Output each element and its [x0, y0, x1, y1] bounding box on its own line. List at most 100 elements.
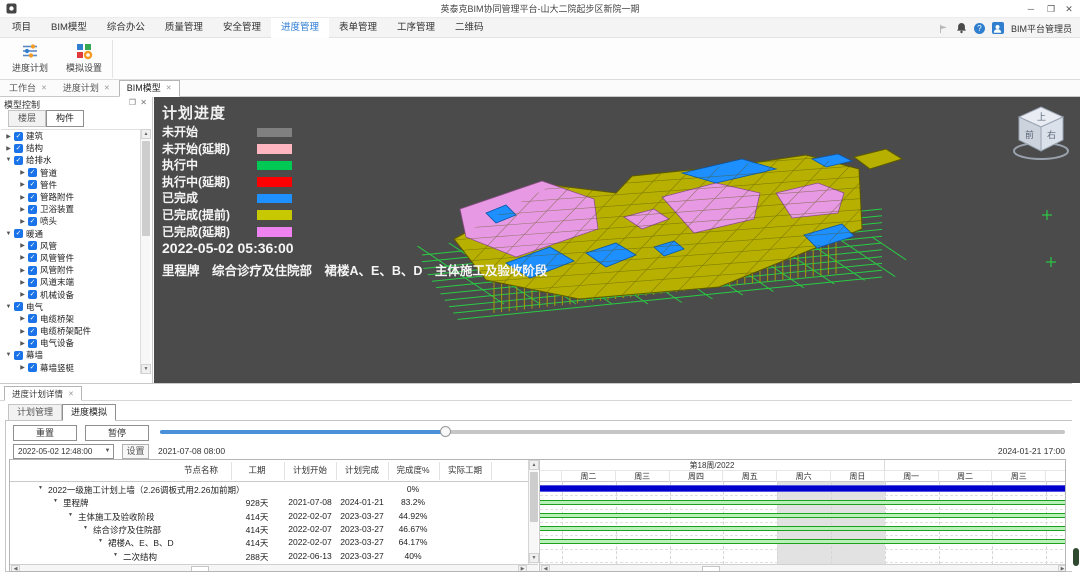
scrollbar-thumb[interactable] — [530, 472, 538, 522]
expand-arrow-icon[interactable]: ▶ — [18, 340, 27, 347]
tree-item-管道[interactable]: ▶✓管道 — [1, 167, 140, 179]
column-header-完成度%[interactable]: 完成度% — [383, 464, 443, 476]
tree-item-卫浴装置[interactable]: ▶✓卫浴装置 — [1, 203, 140, 215]
viewcube-top-label[interactable]: 上 — [1037, 112, 1046, 122]
row-collapse-icon[interactable]: ▼ — [38, 485, 43, 491]
gantt-bar-green[interactable] — [540, 539, 1066, 544]
chevron-down-icon[interactable]: ▼ — [102, 445, 113, 458]
row-collapse-icon[interactable]: ▼ — [83, 525, 88, 531]
viewport-3d[interactable]: 计划进度 未开始未开始(延期)执行中执行中(延期)已完成已完成(提前)已完成(延… — [154, 97, 1080, 383]
column-header-计划开始[interactable]: 计划开始 — [280, 464, 340, 476]
checkbox-checked[interactable]: ✓ — [28, 339, 37, 348]
subtab-计划管理[interactable]: 计划管理 — [8, 404, 62, 421]
pause-button[interactable]: 暂停 — [85, 425, 149, 441]
panel-close-icon[interactable]: ✕ — [140, 98, 147, 107]
checkbox-checked[interactable]: ✓ — [28, 290, 37, 299]
expand-arrow-icon[interactable]: ▶ — [18, 254, 27, 261]
scroll-up-icon[interactable]: ▲ — [141, 129, 151, 139]
collapse-arrow-icon[interactable]: ▼ — [4, 231, 13, 237]
expand-arrow-icon[interactable]: ▶ — [18, 194, 27, 201]
scroll-down-icon[interactable]: ▼ — [529, 553, 539, 563]
collapse-arrow-icon[interactable]: ▼ — [4, 352, 13, 358]
scrollbar-thumb[interactable] — [142, 141, 150, 236]
menu-item-表单管理[interactable]: 表单管理 — [329, 18, 387, 38]
table-row[interactable]: ▼2022一级施工计划上墙（2.26调板式用2.26加前期）0% — [10, 482, 528, 495]
tree-item-机械设备[interactable]: ▶✓机械设备 — [1, 288, 140, 300]
row-collapse-icon[interactable]: ▼ — [98, 538, 103, 544]
menu-item-安全管理[interactable]: 安全管理 — [213, 18, 271, 38]
table-row[interactable]: ▼综合诊疗及住院部414天2022-02-072023-03-2746.67% — [10, 522, 528, 535]
checkbox-checked[interactable]: ✓ — [28, 266, 37, 275]
table-row[interactable]: ▼裙楼A、E、B、D414天2022-02-072023-03-2764.17% — [10, 535, 528, 548]
menu-item-工序管理[interactable]: 工序管理 — [387, 18, 445, 38]
tree-item-电缆桥架配件[interactable]: ▶✓电缆桥架配件 — [1, 325, 140, 337]
expand-arrow-icon[interactable]: ▶ — [18, 364, 27, 371]
help-icon[interactable]: ? — [974, 23, 985, 34]
expand-arrow-icon[interactable]: ▶ — [18, 169, 27, 176]
slider-thumb[interactable] — [440, 426, 451, 437]
checkbox-checked[interactable]: ✓ — [28, 168, 37, 177]
tree-item-风管[interactable]: ▶✓风管 — [1, 240, 140, 252]
model-tab-楼层[interactable]: 楼层 — [8, 110, 46, 127]
checkbox-checked[interactable]: ✓ — [14, 156, 23, 165]
avatar[interactable] — [992, 22, 1004, 34]
expand-arrow-icon[interactable]: ▶ — [4, 145, 13, 152]
tree-item-管件[interactable]: ▶✓管件 — [1, 179, 140, 191]
checkbox-checked[interactable]: ✓ — [14, 144, 23, 153]
tree-item-管路附件[interactable]: ▶✓管路附件 — [1, 191, 140, 203]
tab-工作台[interactable]: 工作台✕ — [2, 80, 54, 96]
scroll-up-icon[interactable]: ▲ — [529, 460, 539, 470]
expand-arrow-icon[interactable]: ▶ — [18, 279, 27, 286]
menu-item-项目[interactable]: 项目 — [2, 18, 41, 38]
checkbox-checked[interactable]: ✓ — [14, 351, 23, 360]
current-user-label[interactable]: BIM平台管理员 — [1011, 22, 1072, 35]
checkbox-checked[interactable]: ✓ — [28, 253, 37, 262]
checkbox-checked[interactable]: ✓ — [28, 314, 37, 323]
checkbox-checked[interactable]: ✓ — [28, 193, 37, 202]
table-vscrollbar[interactable]: ▲ ▼ — [528, 460, 538, 564]
gantt-bar-green[interactable] — [540, 500, 1066, 505]
scroll-right-icon[interactable]: ▶ — [518, 565, 527, 572]
tree-item-暖通[interactable]: ▼✓暖通 — [1, 228, 140, 240]
checkbox-checked[interactable]: ✓ — [28, 278, 37, 287]
expand-arrow-icon[interactable]: ▶ — [18, 181, 27, 188]
tree-item-幕墙[interactable]: ▼✓幕墙 — [1, 349, 140, 361]
tree-item-风道末端[interactable]: ▶✓风道末端 — [1, 276, 140, 288]
close-icon[interactable]: ✕ — [41, 81, 47, 96]
tab-进度计划[interactable]: 进度计划✕ — [56, 80, 117, 96]
tree-item-建筑[interactable]: ▶✓建筑 — [1, 130, 140, 142]
collapse-arrow-icon[interactable]: ▼ — [4, 157, 13, 163]
scroll-left-icon[interactable]: ◀ — [541, 565, 550, 572]
close-icon[interactable]: ✕ — [104, 81, 110, 96]
scroll-left-icon[interactable]: ◀ — [11, 565, 20, 572]
close-icon[interactable]: ✕ — [68, 390, 74, 398]
tree-item-风管管件[interactable]: ▶✓风管管件 — [1, 252, 140, 264]
menu-item-综合办公[interactable]: 综合办公 — [97, 18, 155, 38]
expand-arrow-icon[interactable]: ▶ — [18, 328, 27, 335]
tree-item-电缆桥架[interactable]: ▶✓电缆桥架 — [1, 313, 140, 325]
gantt-hscrollbar[interactable]: ◀ ▶ — [540, 564, 1066, 572]
checkbox-checked[interactable]: ✓ — [28, 363, 37, 372]
menu-item-质量管理[interactable]: 质量管理 — [155, 18, 213, 38]
table-row[interactable]: ▼主体施工及验收阶段414天2022-02-072023-03-2744.92% — [10, 509, 528, 522]
tab-schedule-detail[interactable]: 进度计划详情 ✕ — [4, 386, 82, 401]
row-collapse-icon[interactable]: ▼ — [113, 552, 118, 558]
expand-arrow-icon[interactable]: ▶ — [18, 206, 27, 213]
close-button[interactable]: ✕ — [1060, 0, 1078, 18]
panel-restore-icon[interactable]: ❐ — [129, 98, 136, 107]
expand-arrow-icon[interactable]: ▶ — [18, 218, 27, 225]
settings-button[interactable]: 设置 — [122, 444, 149, 459]
model-tab-构件[interactable]: 构件 — [46, 110, 84, 127]
scrollbar-thumb[interactable] — [1073, 548, 1079, 566]
bell-icon[interactable] — [956, 22, 967, 34]
checkbox-checked[interactable]: ✓ — [14, 229, 23, 238]
subtab-进度模拟[interactable]: 进度模拟 — [62, 404, 116, 421]
timeline-slider[interactable] — [160, 430, 1065, 434]
viewcube-right-label[interactable]: 右 — [1047, 129, 1056, 140]
tree-scrollbar[interactable]: ▲ ▼ — [140, 129, 150, 374]
scroll-right-icon[interactable]: ▶ — [1058, 565, 1066, 572]
column-header-实际工期[interactable]: 实际工期 — [435, 464, 495, 476]
checkbox-checked[interactable]: ✓ — [14, 302, 23, 311]
ribbon-button-进度计划[interactable]: 进度计划 — [4, 40, 56, 78]
menu-item-二维码[interactable]: 二维码 — [445, 18, 494, 38]
